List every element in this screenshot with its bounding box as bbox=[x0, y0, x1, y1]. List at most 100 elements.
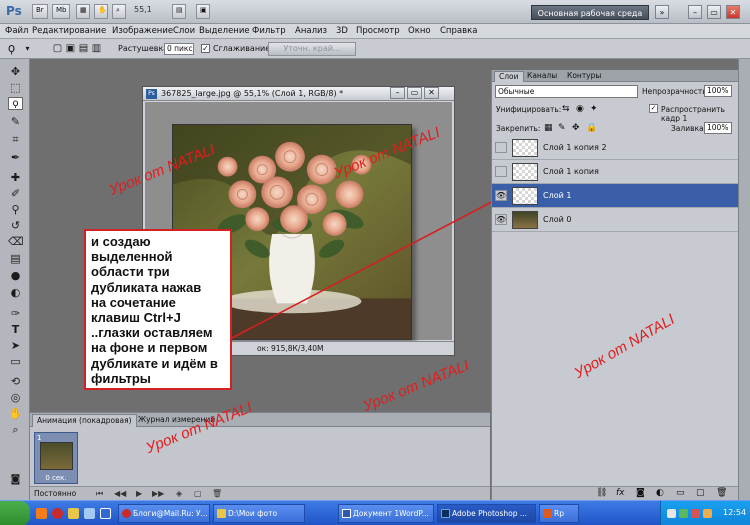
layer-row-selected[interactable]: 👁 Слой 1 bbox=[492, 184, 739, 208]
lock-position-icon[interactable]: ✥ bbox=[572, 123, 580, 133]
menu-analysis[interactable]: Анализ bbox=[295, 26, 327, 36]
doc-restore-button[interactable]: ▭ bbox=[407, 87, 422, 99]
tab-paths[interactable]: Контуры bbox=[563, 71, 605, 82]
3d-orbit-icon[interactable]: ◎ bbox=[8, 391, 23, 404]
blend-mode-select[interactable]: Обычные bbox=[495, 85, 638, 98]
loop-select[interactable]: Постоянно bbox=[34, 489, 76, 498]
eye-icon[interactable]: 👁 bbox=[495, 190, 507, 201]
3d-rotate-icon[interactable]: ⟲ bbox=[8, 375, 23, 388]
path-selection-icon[interactable]: ➤ bbox=[8, 339, 23, 352]
type-tool-icon[interactable]: T bbox=[8, 323, 23, 336]
tab-animation[interactable]: Анимация (покадровая) bbox=[32, 414, 137, 427]
doc-minimize-button[interactable]: – bbox=[390, 87, 405, 99]
zoom-tool-icon[interactable]: ⌕ bbox=[112, 4, 126, 19]
eraser-tool-icon[interactable]: ⌫ bbox=[8, 235, 24, 248]
menu-select[interactable]: Выделение bbox=[199, 26, 250, 36]
feather-input[interactable]: 0 пикс bbox=[164, 43, 194, 55]
doc-close-button[interactable]: ✕ bbox=[424, 87, 439, 99]
menu-image[interactable]: Изображение bbox=[112, 26, 173, 36]
layer-row[interactable]: Слой 1 копия bbox=[492, 160, 739, 184]
frame-delay[interactable]: 0 сек. bbox=[35, 474, 77, 482]
taskbar-item[interactable]: D:\Мои фото bbox=[213, 504, 305, 523]
gradient-tool-icon[interactable]: ▤ bbox=[8, 252, 23, 265]
adjustment-layer-icon[interactable]: ◐ bbox=[656, 488, 664, 498]
eye-icon[interactable]: 👁 bbox=[495, 214, 507, 225]
expand-icon[interactable]: » bbox=[655, 5, 669, 19]
zoom-level[interactable]: 55,1 bbox=[134, 5, 152, 14]
folder-icon[interactable] bbox=[68, 508, 79, 519]
visibility-toggle[interactable] bbox=[495, 166, 507, 177]
quick-mask-icon[interactable]: ◙ bbox=[8, 473, 23, 486]
workspace-switcher[interactable]: Основная рабочая среда bbox=[531, 5, 649, 20]
refine-edge-button[interactable]: Уточн. край... bbox=[268, 42, 356, 56]
zoom-tool-icon[interactable]: ⌕ bbox=[8, 423, 23, 436]
brush-tool-icon[interactable]: ✐ bbox=[8, 187, 23, 200]
blur-tool-icon[interactable]: ● bbox=[8, 269, 23, 282]
hand-tool-icon[interactable]: ✋ bbox=[94, 4, 108, 19]
lasso-preset-icon[interactable]: ϙ bbox=[4, 42, 19, 55]
antivirus-icon[interactable] bbox=[691, 509, 700, 518]
taskbar-item-active[interactable]: Adobe Photoshop ... bbox=[437, 504, 536, 523]
menu-help[interactable]: Справка bbox=[440, 26, 477, 36]
lock-all-icon[interactable]: 🔒 bbox=[586, 123, 597, 133]
layer-row[interactable]: 👁 Слой 0 bbox=[492, 208, 739, 232]
shape-tool-icon[interactable]: ▭ bbox=[8, 355, 23, 368]
lock-pixels-icon[interactable]: ✎ bbox=[558, 123, 566, 133]
quick-selection-icon[interactable]: ✎ bbox=[8, 115, 23, 128]
lock-transparent-icon[interactable]: ▦ bbox=[544, 123, 553, 133]
menu-file[interactable]: Файл bbox=[5, 26, 28, 36]
clock[interactable]: 12:54 bbox=[723, 508, 746, 517]
new-group-icon[interactable]: ▭ bbox=[676, 488, 685, 498]
close-button[interactable]: ✕ bbox=[726, 5, 740, 19]
start-button[interactable] bbox=[0, 501, 30, 525]
mini-bridge-button[interactable]: Mb bbox=[52, 4, 71, 19]
chevron-down-icon[interactable]: ▾ bbox=[20, 42, 35, 55]
desktop-icon[interactable] bbox=[84, 508, 95, 519]
tab-channels[interactable]: Каналы bbox=[523, 71, 561, 82]
unify-style-icon[interactable]: ✦ bbox=[590, 104, 598, 114]
ie-icon[interactable] bbox=[100, 508, 111, 519]
lasso-tool-icon[interactable]: ϙ bbox=[8, 97, 23, 110]
taskbar-item[interactable]: Документ 1WordP... bbox=[338, 504, 434, 523]
play-icon[interactable]: ▶ bbox=[136, 489, 142, 498]
tray-app-icon[interactable] bbox=[679, 509, 688, 518]
delete-frame-icon[interactable]: 🗑 bbox=[212, 489, 222, 498]
new-frame-icon[interactable]: ▢ bbox=[194, 489, 202, 498]
layer-mask-icon[interactable]: ◙ bbox=[636, 488, 645, 498]
layer-style-icon[interactable]: fx bbox=[616, 488, 625, 498]
prev-frame-icon[interactable]: ◀◀ bbox=[114, 489, 126, 498]
history-brush-icon[interactable]: ↺ bbox=[8, 219, 23, 232]
tween-icon[interactable]: ◈ bbox=[176, 489, 182, 498]
move-tool-icon[interactable]: ✥ bbox=[8, 65, 23, 78]
clone-stamp-icon[interactable]: ⚲ bbox=[8, 203, 23, 216]
opacity-input[interactable]: 100% bbox=[704, 85, 732, 97]
arrange-documents-icon[interactable]: ▤ bbox=[172, 4, 186, 19]
delete-layer-icon[interactable]: 🗑 bbox=[716, 488, 727, 498]
next-frame-icon[interactable]: ▶▶ bbox=[152, 489, 164, 498]
layer-row[interactable]: Слой 1 копия 2 bbox=[492, 136, 739, 160]
guides-icon[interactable]: ▦ bbox=[76, 4, 90, 19]
marquee-tool-icon[interactable]: ⬚ bbox=[8, 81, 23, 94]
antialias-checkbox[interactable]: ✓ bbox=[201, 44, 210, 53]
menu-layers[interactable]: Слои bbox=[173, 26, 195, 36]
menu-filter[interactable]: Фильтр bbox=[252, 26, 286, 36]
pen-tool-icon[interactable]: ✑ bbox=[8, 307, 23, 320]
menu-view[interactable]: Просмотр bbox=[356, 26, 400, 36]
link-layers-icon[interactable]: ⛓ bbox=[596, 488, 607, 498]
propagate-checkbox[interactable]: ✓ bbox=[649, 104, 658, 113]
crop-tool-icon[interactable]: ⌗ bbox=[8, 133, 23, 146]
menu-window[interactable]: Окно bbox=[408, 26, 431, 36]
visibility-toggle[interactable] bbox=[495, 142, 507, 153]
volume-icon[interactable] bbox=[703, 509, 712, 518]
tab-layers[interactable]: Слои bbox=[494, 71, 524, 82]
first-frame-icon[interactable]: ⏮ bbox=[96, 489, 103, 499]
screen-mode-icon[interactable]: ▣ bbox=[196, 4, 210, 19]
dodge-tool-icon[interactable]: ◐ bbox=[8, 286, 23, 299]
taskbar-item[interactable]: Rp bbox=[539, 504, 579, 523]
taskbar-item[interactable]: Блоги@Mail.Ru: У... bbox=[118, 504, 210, 523]
opera-icon[interactable] bbox=[52, 508, 63, 519]
quicklaunch-icon[interactable] bbox=[36, 508, 47, 519]
maximize-button[interactable]: ▭ bbox=[707, 5, 721, 19]
bridge-button[interactable]: Br bbox=[32, 4, 48, 19]
minimize-button[interactable]: – bbox=[688, 5, 702, 19]
